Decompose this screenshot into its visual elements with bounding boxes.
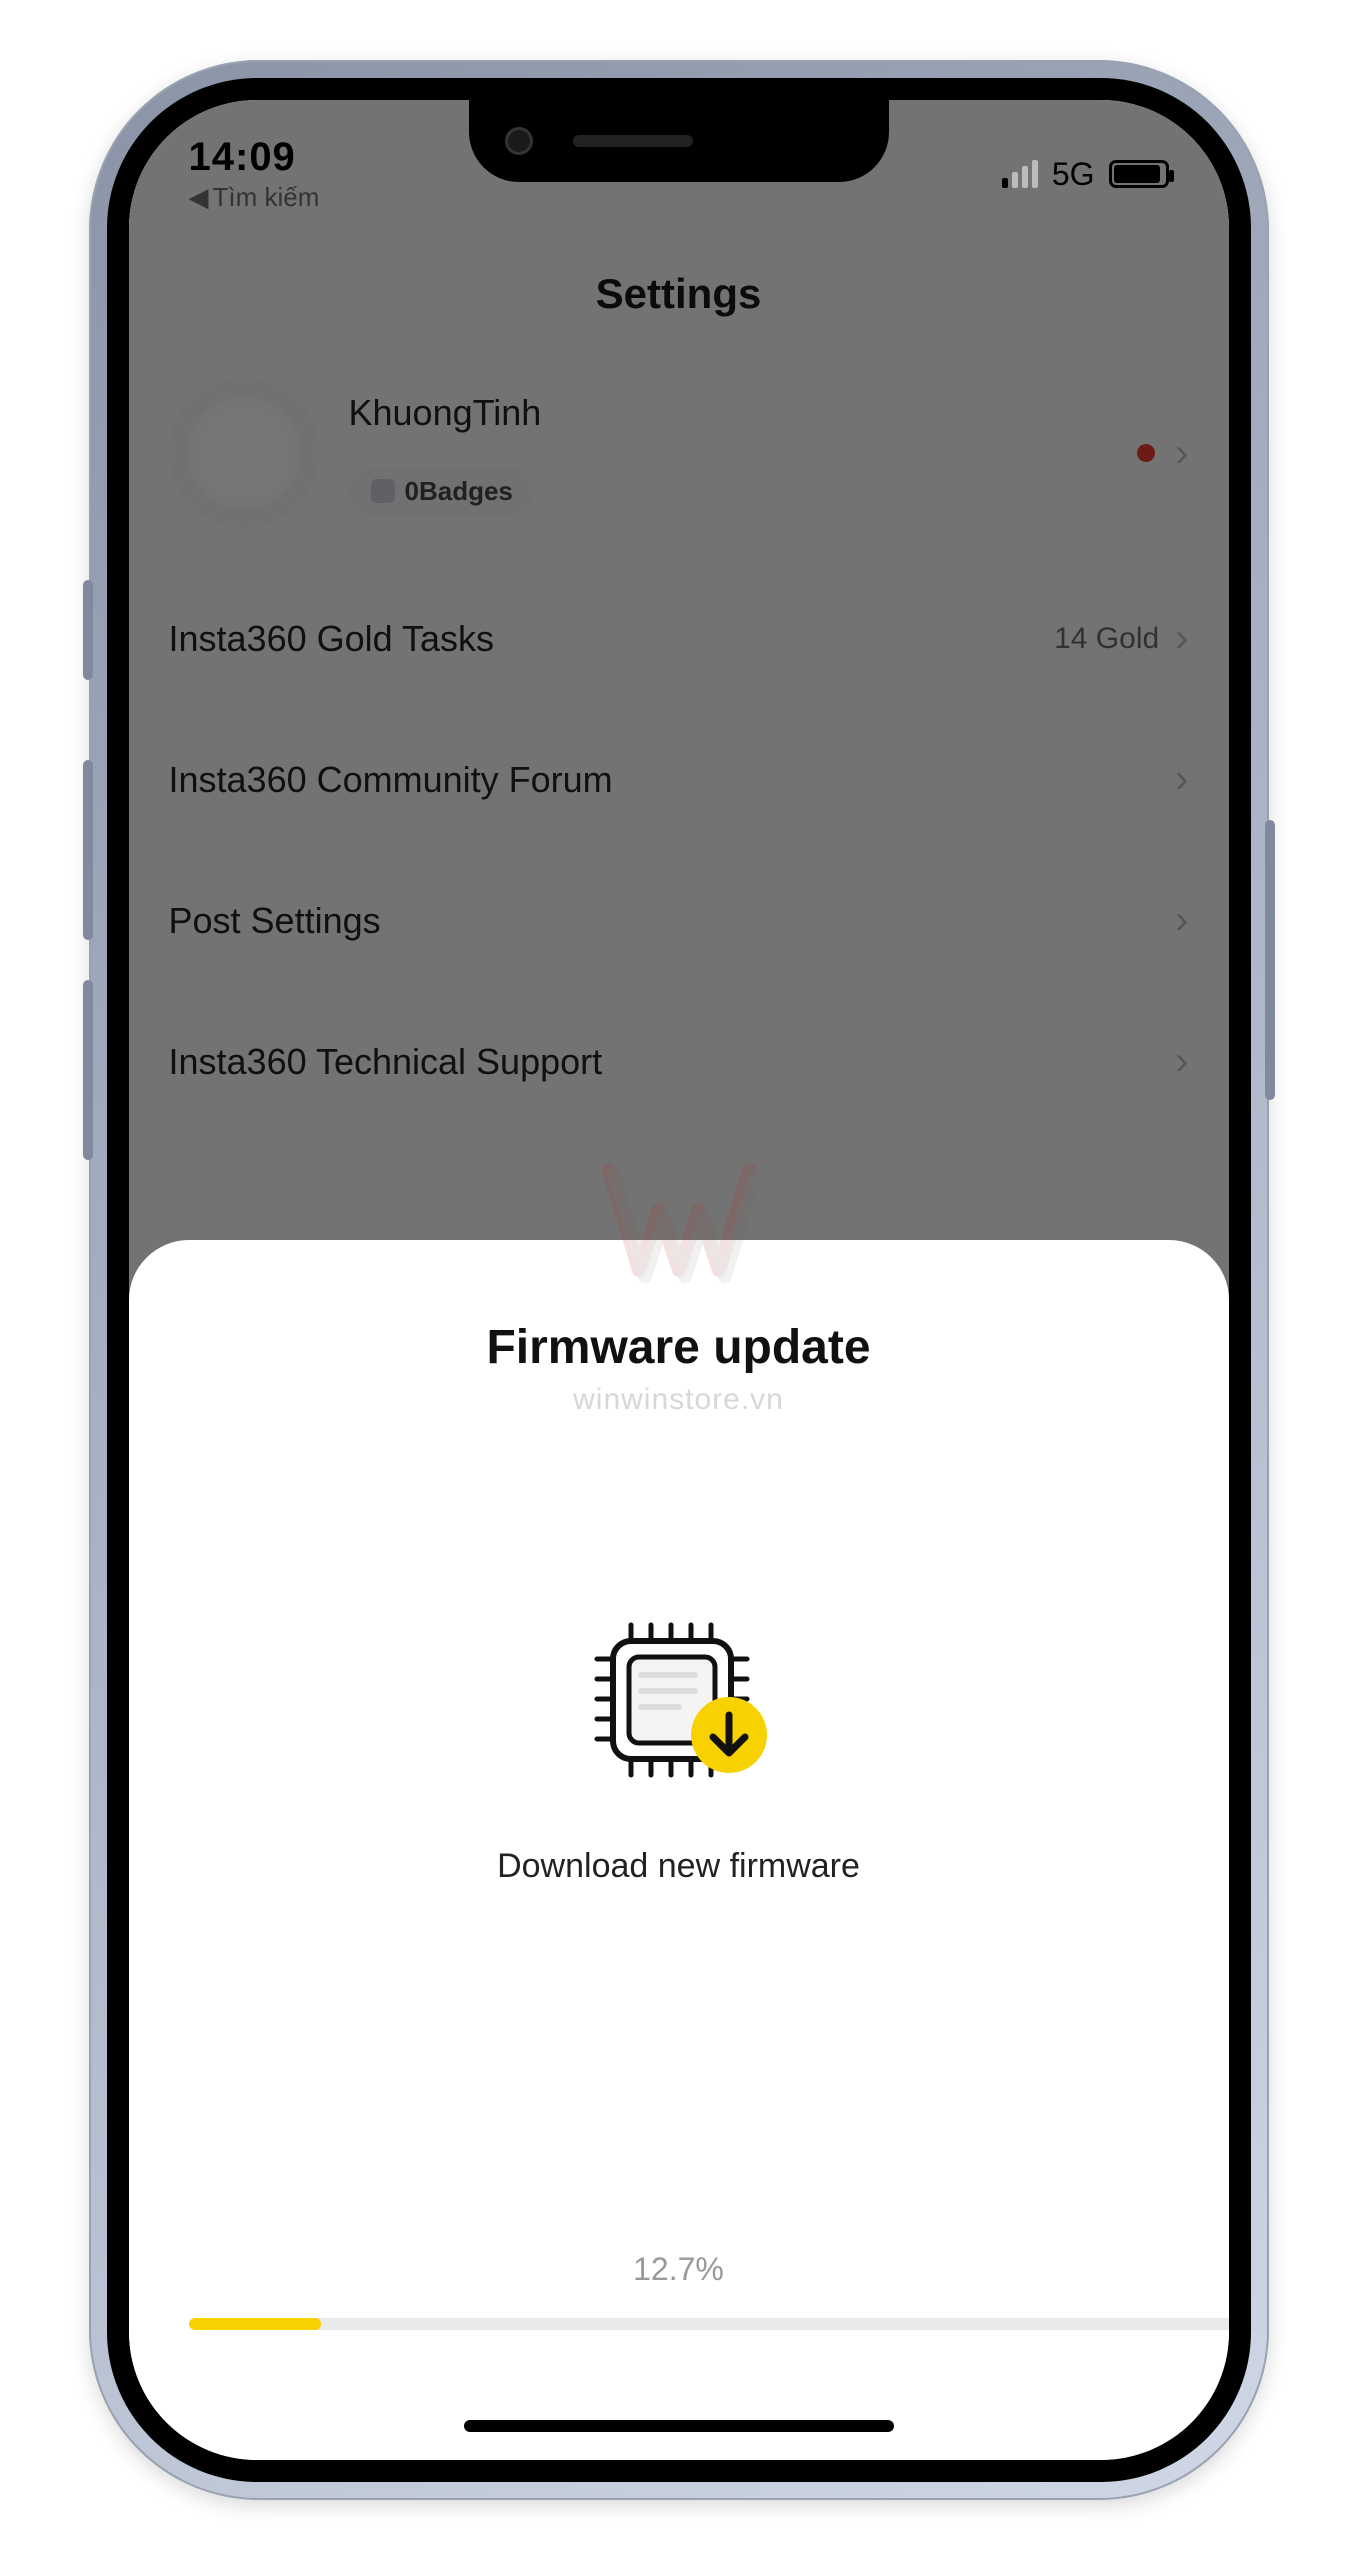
firmware-chip-icon — [579, 1617, 779, 1787]
breadcrumb-label: Tìm kiếm — [213, 182, 320, 213]
power-button — [1265, 820, 1275, 1100]
chevron-right-icon: › — [1175, 616, 1188, 661]
row-technical-support[interactable]: Insta360 Technical Support › — [129, 991, 1229, 1132]
avatar — [169, 378, 319, 528]
cellular-signal-icon — [1002, 160, 1038, 188]
back-arrow-icon: ◀ — [189, 182, 209, 213]
chevron-right-icon: › — [1175, 1039, 1188, 1084]
watermark-text: winwinstore.vn — [573, 1383, 784, 1417]
row-label: Insta360 Technical Support — [169, 1041, 603, 1083]
earpiece-speaker — [573, 135, 693, 147]
badges-count-label: 0Badges — [405, 476, 513, 507]
volume-down-button — [83, 980, 93, 1160]
download-status-label: Download new firmware — [497, 1847, 860, 1886]
screen: 14:09 ◀ Tìm kiếm 5G Settings — [129, 100, 1229, 2460]
battery-icon — [1109, 160, 1169, 188]
row-gold-tasks[interactable]: Insta360 Gold Tasks 14 Gold › — [129, 568, 1229, 709]
notification-dot-icon — [1137, 444, 1155, 462]
mute-switch — [83, 580, 93, 680]
progress-bar-fill — [189, 2318, 321, 2330]
breadcrumb-back[interactable]: ◀ Tìm kiếm — [189, 182, 320, 213]
home-indicator[interactable] — [464, 2420, 894, 2432]
firmware-update-sheet: Firmware update winwinstore.vn — [129, 1240, 1229, 2460]
row-label: Insta360 Community Forum — [169, 759, 613, 801]
progress-bar — [189, 2318, 1229, 2330]
chevron-right-icon: › — [1175, 757, 1188, 802]
badge-icon — [371, 479, 395, 503]
page-title: Settings — [129, 270, 1229, 318]
chevron-right-icon: › — [1175, 431, 1188, 476]
sheet-title: Firmware update — [486, 1320, 870, 1375]
row-post-settings[interactable]: Post Settings › — [129, 850, 1229, 991]
phone-frame: 14:09 ◀ Tìm kiếm 5G Settings — [89, 60, 1269, 2500]
network-type: 5G — [1052, 156, 1095, 193]
badges-pill[interactable]: 0Badges — [349, 468, 535, 515]
profile-row[interactable]: KhuongTinh 0Badges › — [129, 318, 1229, 568]
status-time: 14:09 — [189, 135, 296, 180]
progress-percent: 12.7% — [189, 2251, 1169, 2288]
progress-section: 12.7% — [189, 2251, 1229, 2330]
row-community-forum[interactable]: Insta360 Community Forum › — [129, 709, 1229, 850]
row-value: 14 Gold — [1054, 622, 1159, 656]
volume-up-button — [83, 760, 93, 940]
username-label: KhuongTinh — [349, 392, 1108, 434]
notch — [469, 100, 889, 182]
row-label: Insta360 Gold Tasks — [169, 618, 495, 660]
chevron-right-icon: › — [1175, 898, 1188, 943]
settings-background: 14:09 ◀ Tìm kiếm 5G Settings — [129, 100, 1229, 1310]
row-label: Post Settings — [169, 900, 381, 942]
front-camera — [505, 127, 533, 155]
